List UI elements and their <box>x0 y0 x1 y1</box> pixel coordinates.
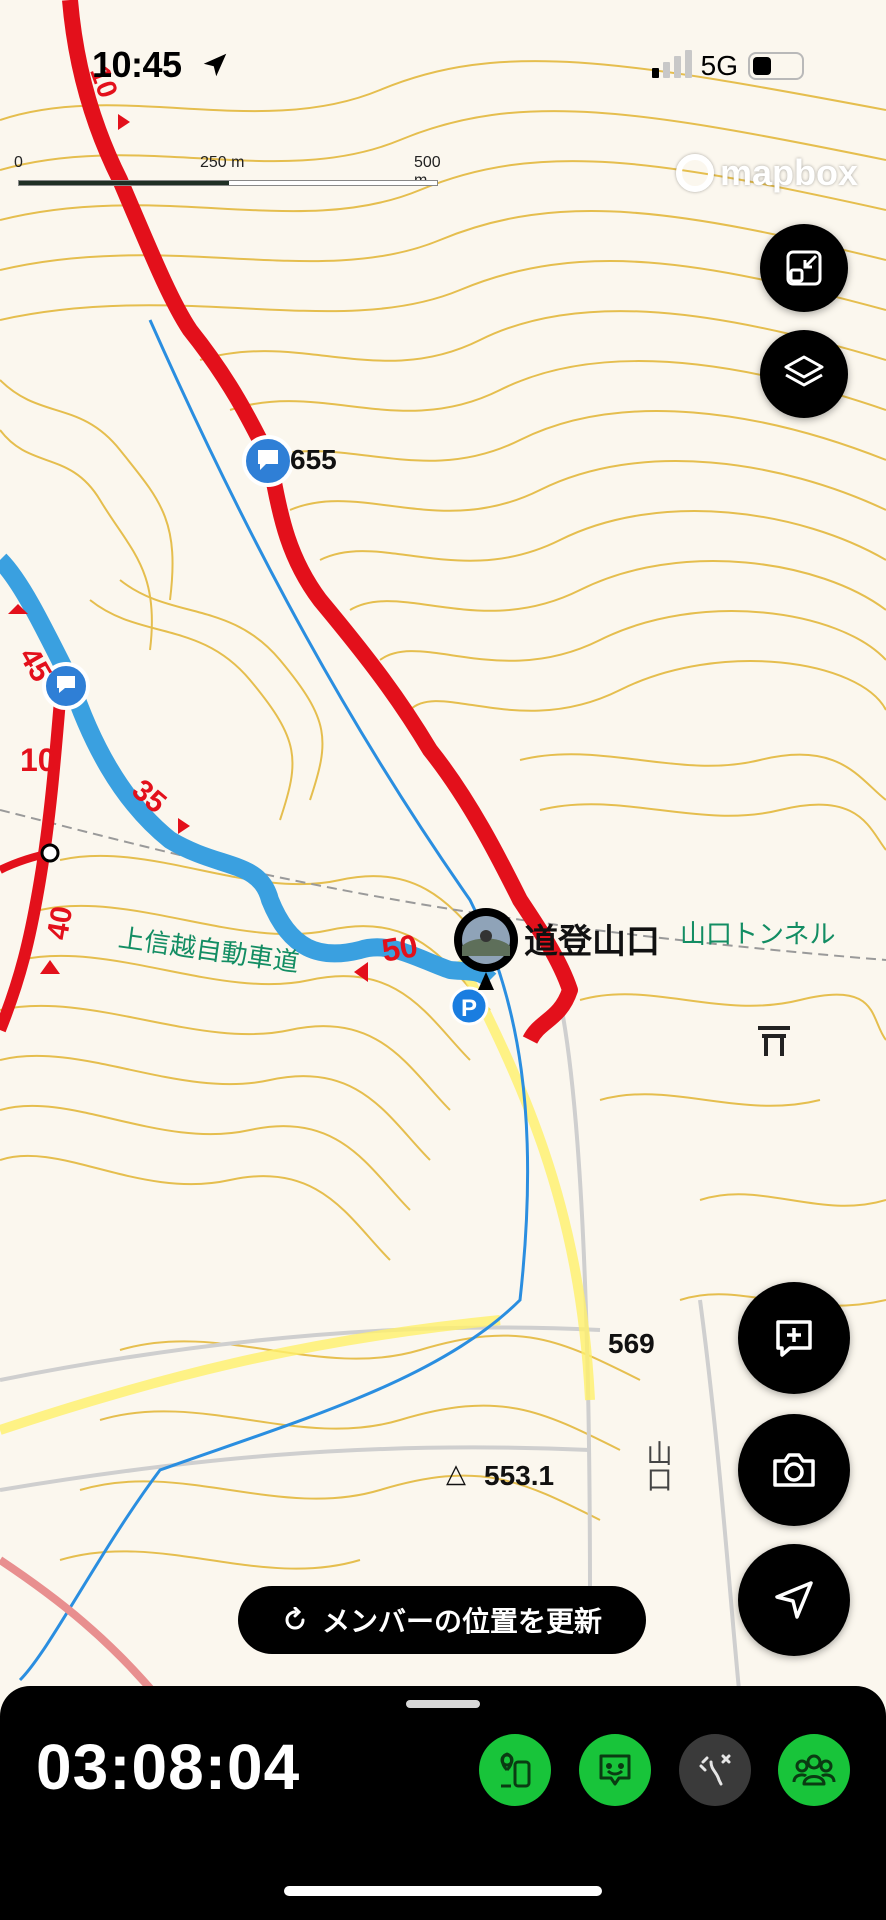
svg-text:P: P <box>461 995 477 1022</box>
contour-mark: 10 <box>20 742 56 778</box>
add-note-button[interactable] <box>738 1282 850 1394</box>
signal-icon <box>652 50 692 78</box>
route-icon <box>500 1752 531 1788</box>
locate-button[interactable] <box>738 1544 850 1656</box>
zoom-fit-button[interactable] <box>760 224 848 312</box>
waypoint-elevation-label: 655 <box>290 444 337 475</box>
spot-569-label: 569 <box>608 1328 655 1359</box>
tunnel-label: 山口トンネル <box>680 919 836 949</box>
mapbox-logo: mapbox <box>676 150 866 200</box>
waypoint-655-icon[interactable] <box>242 435 294 487</box>
parking-icon: P <box>449 986 489 1026</box>
add-note-icon <box>776 1320 812 1357</box>
group-icon <box>792 1754 836 1786</box>
group-button[interactable] <box>778 1734 850 1806</box>
camera-button[interactable] <box>738 1414 850 1526</box>
bottom-panel: 03:08:04 <box>0 1686 886 1920</box>
battery-icon <box>748 52 804 80</box>
place-yamaguchi-label: 山口 <box>643 1440 673 1492</box>
camera-icon <box>773 1453 815 1487</box>
message-button[interactable] <box>579 1734 651 1806</box>
triangulation-label: 553.1 <box>484 1460 555 1491</box>
triangulation-icon: △ <box>446 1458 466 1488</box>
refresh-members-label: メンバーの位置を更新 <box>321 1606 602 1637</box>
layers-button[interactable] <box>760 330 848 418</box>
message-icon <box>599 1754 631 1786</box>
network-type: 5G <box>700 50 738 81</box>
minimize-icon <box>786 250 822 286</box>
elapsed-time: 03:08:04 <box>36 1731 301 1803</box>
scale-label: 250 m <box>200 154 245 171</box>
contour-mark: 50 <box>379 927 421 969</box>
scale-bar <box>18 180 438 186</box>
trailhead-label: 道登山口 <box>524 923 660 961</box>
contour-mark: 40 <box>41 903 80 943</box>
scale-label: 0 <box>14 154 23 171</box>
junction-dot <box>40 843 60 863</box>
home-indicator <box>284 1886 602 1896</box>
navigation-icon <box>775 1581 813 1619</box>
route-off-button[interactable] <box>679 1734 751 1806</box>
status-time: 10:45 <box>92 44 182 85</box>
refresh-members-button[interactable]: メンバーの位置を更新 <box>238 1586 646 1654</box>
layers-icon <box>784 355 824 387</box>
status-bar: 10:45 5G <box>0 40 886 90</box>
location-arrow-icon <box>203 53 227 77</box>
route-button[interactable] <box>479 1734 551 1806</box>
refresh-icon <box>285 1607 305 1630</box>
panel-grabber[interactable] <box>406 1700 480 1708</box>
route-off-icon <box>699 1754 731 1786</box>
map-scale: 0 250 m 500 m <box>14 154 444 194</box>
